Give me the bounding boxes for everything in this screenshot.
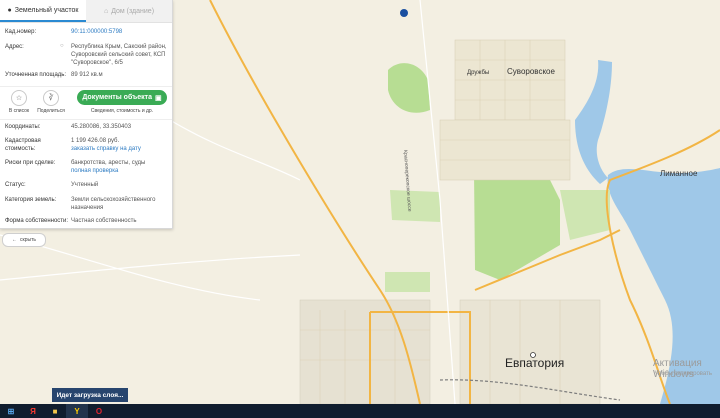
cadastral-number-value[interactable]: 90:11:000000:5798	[71, 28, 167, 36]
tab-land-plot[interactable]: ● Земельный участок	[0, 0, 86, 22]
area-label: Уточненная площадь:	[5, 72, 67, 78]
green-area	[385, 272, 430, 292]
tab-land-plot-label: Земельный участок	[14, 6, 79, 14]
documents-button-label: Документы объекта	[82, 94, 152, 101]
parcel-marker	[400, 9, 408, 17]
parcel-info-panel: ● Земельный участок ⌂ Дом (здание) Кад.н…	[0, 0, 173, 229]
add-to-list-button[interactable]: ☆ В список	[4, 90, 34, 114]
coordinates-value: 45.280086, 33.350403	[71, 124, 132, 130]
cadastral-number-row: Кад.номер: 90:11:000000:5798	[5, 28, 167, 36]
map-label-evpatoria: Евпатория	[505, 356, 565, 370]
status-value: Учтенный	[71, 182, 99, 188]
document-icon: ▣	[155, 94, 162, 102]
cadastral-value-label: Кадастровая стоимость:	[5, 138, 41, 152]
map-label-limannoe: Лиманное	[660, 169, 698, 178]
category-value: Земли сельскохозяйственного назначения	[71, 197, 156, 211]
windows-icon[interactable]: ⊞	[0, 404, 22, 418]
ownership-label: Форма собственности:	[5, 218, 69, 224]
risks-value: банкротства, аресты, суды	[71, 160, 146, 166]
yandex-browser-icon[interactable]: Y	[66, 404, 88, 418]
green-area	[390, 190, 440, 222]
opera-icon[interactable]: O	[88, 404, 110, 418]
address-value: Республика Крым, Сакский район, Суворовс…	[71, 44, 167, 66]
house-icon: ⌂	[103, 7, 109, 15]
share-icon: ∛	[43, 90, 59, 106]
category-label: Категория земель:	[5, 197, 57, 203]
cadastral-value-row: Кадастровая стоимость: 1 199 426.08 руб.…	[5, 137, 167, 153]
full-check-link[interactable]: полная проверка	[71, 168, 118, 174]
coordinates-label: Координаты:	[5, 124, 41, 130]
share-button[interactable]: ∛ Поделиться	[36, 90, 66, 114]
hide-panel-button[interactable]: ← скрыть	[2, 233, 46, 247]
copy-icon[interactable]: ○	[60, 43, 64, 49]
coordinates-row: Координаты: 45.280086, 33.350403	[5, 123, 167, 131]
cadastral-value-block: 1 199 426.08 руб. заказать справку на да…	[71, 137, 167, 153]
documents-button[interactable]: Документы объекта ▣	[77, 90, 167, 105]
area-row: Уточненная площадь: 89 912 кв.м	[5, 71, 167, 79]
activation-watermark-sub: Чтобы активировать	[655, 371, 712, 377]
risks-label: Риски при сделке:	[5, 160, 56, 166]
user-icon: ●	[7, 6, 12, 14]
tab-house-label: Дом (здание)	[111, 7, 155, 15]
star-icon: ☆	[11, 90, 27, 106]
folder-icon[interactable]: ■	[44, 404, 66, 418]
arrow-left-icon: ←	[12, 237, 18, 243]
ownership-row: Форма собственности: Частная собственнос…	[5, 217, 167, 225]
cadastral-number-label: Кад.номер:	[5, 29, 37, 35]
order-certificate-link[interactable]: заказать справку на дату	[71, 146, 141, 152]
risks-block: банкротства, аресты, суды полная проверк…	[71, 159, 167, 175]
windows-taskbar: ⊞ Я ■ Y O	[0, 404, 720, 418]
documents-subtitle: Сведения, стоимость и др.	[90, 108, 154, 114]
hide-panel-label: скрыть	[20, 237, 36, 243]
category-row: Категория земель: Земли сельскохозяйстве…	[5, 196, 167, 212]
settlement-zone	[439, 119, 571, 181]
cadastral-value-amount: 1 199 426.08 руб.	[71, 138, 120, 144]
share-label: Поделиться	[37, 108, 65, 114]
risks-row: Риски при сделке: банкротства, аресты, с…	[5, 159, 167, 175]
layer-loading-indicator: Идет загрузка слоя...	[52, 388, 128, 402]
yandex-icon[interactable]: Я	[22, 404, 44, 418]
status-label: Статус:	[5, 182, 26, 188]
settlement-zone	[459, 299, 601, 404]
area-value: 89 912 кв.м	[71, 72, 103, 78]
ownership-value: Частная собственность	[71, 218, 137, 224]
address-row: Адрес: ○ Республика Крым, Сакский район,…	[5, 43, 167, 67]
map-label-druzhby: Дружбы	[467, 70, 490, 76]
add-to-list-label: В список	[8, 108, 30, 114]
map-label-suvorovskoe: Суворовское	[507, 67, 555, 76]
action-bar: ☆ В список ∛ Поделиться Документы объект…	[0, 86, 172, 120]
tab-house[interactable]: ⌂ Дом (здание)	[86, 0, 172, 22]
settlement-zone	[299, 299, 431, 404]
panel-tabs: ● Земельный участок ⌂ Дом (здание)	[0, 0, 172, 23]
status-row: Статус: Учтенный	[5, 181, 167, 189]
